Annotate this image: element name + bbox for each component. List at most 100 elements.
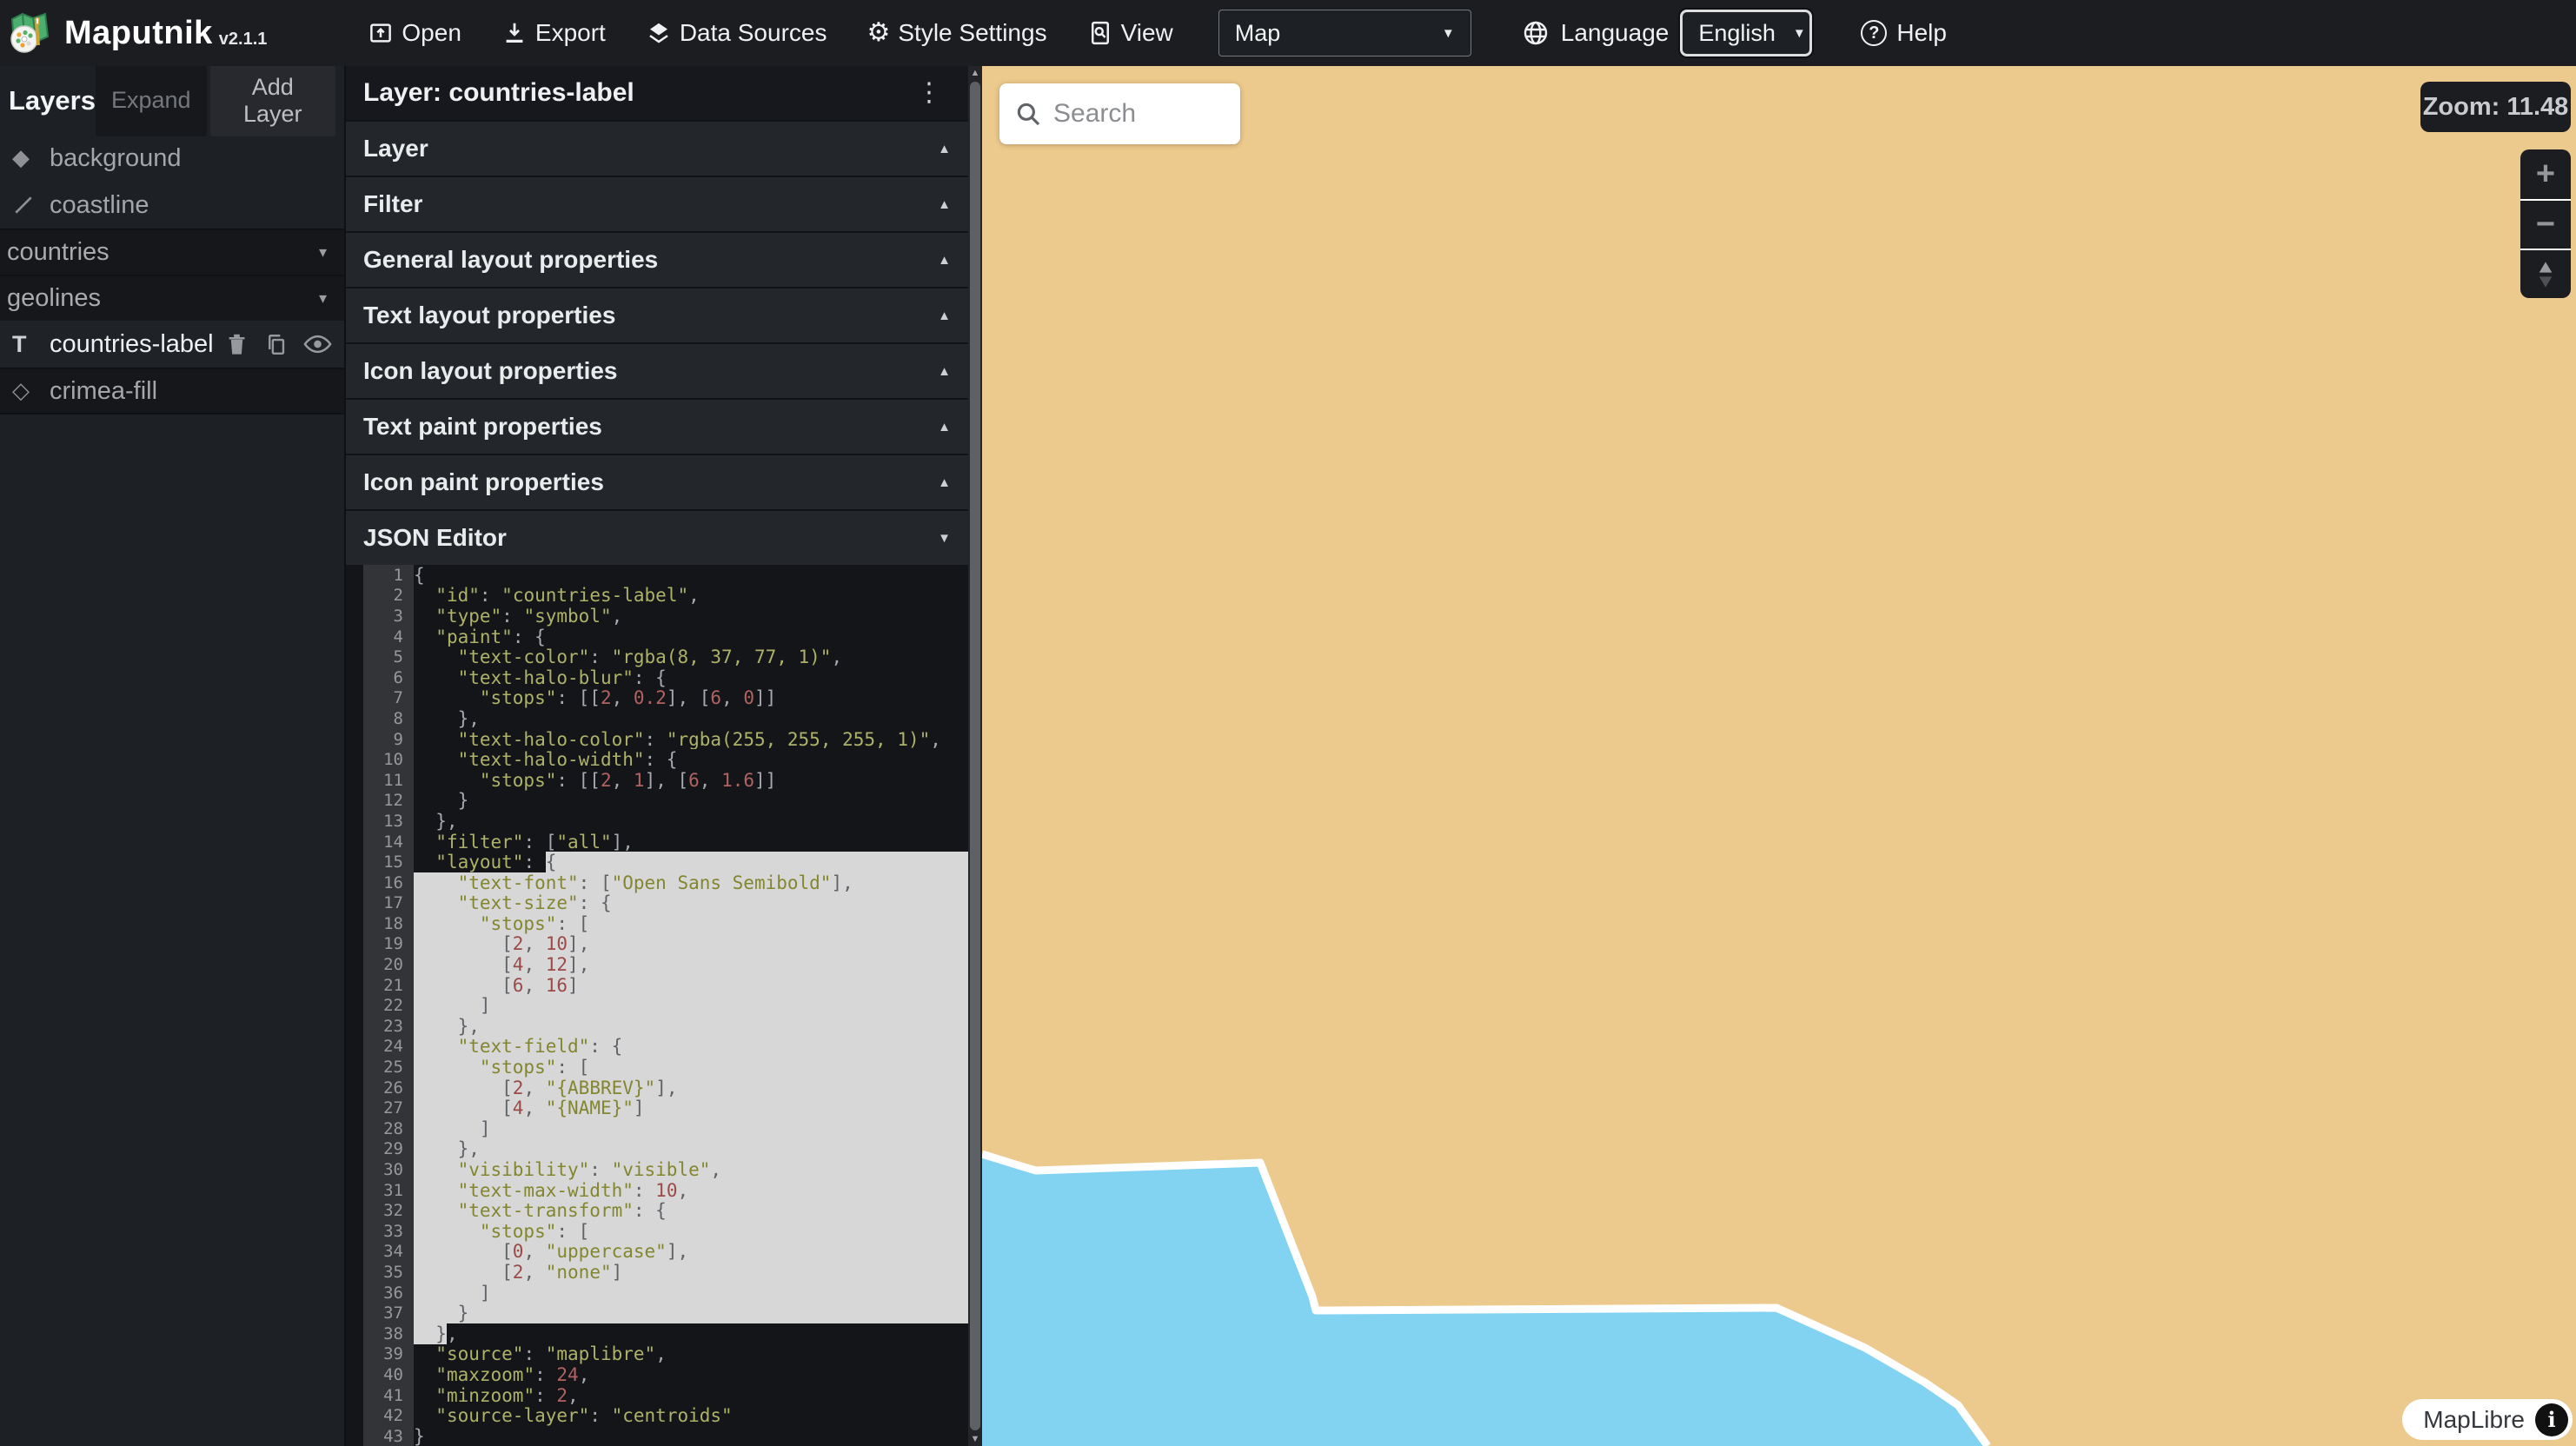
section-layer[interactable]: Layer▲ — [346, 120, 982, 176]
scrollbar-thumb[interactable] — [970, 82, 980, 1430]
layer-label: background — [50, 144, 182, 173]
compass-button[interactable] — [2520, 249, 2571, 298]
section-filter[interactable]: Filter▲ — [346, 176, 982, 231]
section-icon-layout-properties[interactable]: Icon layout properties▲ — [346, 342, 982, 398]
diamond-outline-icon: ◇ — [12, 378, 42, 404]
code-line: 15 "layout": { — [346, 852, 968, 872]
kebab-menu-icon[interactable]: ⋮ — [916, 83, 942, 103]
code-line: 5 "text-color": "rgba(8, 37, 77, 1)", — [346, 647, 968, 667]
open-icon — [368, 20, 394, 46]
section-general-layout-properties[interactable]: General layout properties▲ — [346, 231, 982, 287]
code-line: 29 }, — [346, 1139, 968, 1160]
line-number: 3 — [363, 606, 414, 627]
visibility-icon[interactable] — [303, 333, 332, 355]
layer-actions — [225, 332, 332, 357]
line-number: 4 — [363, 627, 414, 647]
zoom-in-button[interactable]: + — [2520, 149, 2571, 199]
layer-label: crimea-fill — [50, 377, 157, 406]
menu-open[interactable]: Open — [368, 19, 461, 47]
text-icon: T — [12, 331, 42, 358]
code-line: 43} — [346, 1426, 968, 1446]
menu-label: Style Settings — [898, 19, 1046, 47]
section-label: JSON Editor — [363, 524, 507, 552]
expand-icon: ▲ — [938, 475, 951, 490]
code-line: 7 "stops": [[2, 0.2], [6, 0]] — [346, 688, 968, 709]
code-line: 32 "text-transform": { — [346, 1200, 968, 1221]
code-line: 2 "id": "countries-label", — [346, 586, 968, 607]
layer-label: countries-label — [50, 330, 214, 359]
section-text-paint-properties[interactable]: Text paint properties▲ — [346, 398, 982, 454]
expand-icon: ▲ — [938, 197, 951, 212]
code-line: 36 ] — [346, 1283, 968, 1303]
layer-item-crimea-fill[interactable]: ◇ crimea-fill — [0, 368, 344, 415]
zoom-out-button[interactable]: − — [2520, 199, 2571, 249]
globe-icon — [1522, 19, 1550, 47]
layer-item-background[interactable]: ◆background — [0, 135, 344, 182]
code-line: 25 "stops": [ — [346, 1057, 968, 1078]
info-icon[interactable]: i — [2535, 1403, 2568, 1436]
view-select[interactable]: Map ▼ — [1218, 10, 1471, 56]
line-icon — [12, 194, 42, 216]
layer-item-countries-label[interactable]: Tcountries-label — [0, 321, 344, 368]
view-icon — [1087, 20, 1113, 46]
section-label: Text layout properties — [363, 302, 615, 329]
panel-scrollbar[interactable]: ▲ ▼ — [968, 66, 982, 1446]
code-line: 28 ] — [346, 1118, 968, 1139]
language-select[interactable]: English ▼ — [1680, 10, 1812, 56]
language-select-value: English — [1698, 20, 1776, 47]
expand-button[interactable]: Expand — [96, 65, 207, 136]
line-number: 19 — [363, 934, 414, 955]
code-line: 24 "text-field": { — [346, 1037, 968, 1058]
line-number: 31 — [363, 1180, 414, 1201]
layer-item-coastline[interactable]: coastline — [0, 182, 344, 229]
line-number: 17 — [363, 893, 414, 914]
code-line: 37 } — [346, 1303, 968, 1323]
layers-title: Layers — [9, 85, 96, 116]
code-line: 12 } — [346, 791, 968, 812]
search-input[interactable] — [1053, 99, 1226, 129]
menu-view[interactable]: View — [1087, 19, 1173, 47]
compass-icon — [2533, 260, 2559, 289]
line-number: 29 — [363, 1139, 414, 1160]
help-icon: ? — [1861, 20, 1887, 46]
section-json-editor[interactable]: JSON Editor ▼ — [346, 509, 982, 565]
scroll-up-icon[interactable]: ▲ — [968, 68, 982, 78]
group-label: countries — [7, 238, 110, 267]
map-search — [999, 83, 1240, 144]
layer-group-geolines[interactable]: geolines▾ — [0, 275, 344, 321]
menu-data-sources[interactable]: Data Sources — [646, 19, 827, 47]
menu-export[interactable]: Export — [501, 19, 606, 47]
line-number: 6 — [363, 667, 414, 688]
duplicate-icon[interactable] — [263, 332, 289, 357]
line-number: 40 — [363, 1364, 414, 1385]
code-line: 19 [2, 10], — [346, 934, 968, 955]
section-icon-paint-properties[interactable]: Icon paint properties▲ — [346, 454, 982, 509]
line-number: 13 — [363, 811, 414, 832]
section-label: General layout properties — [363, 246, 658, 274]
layer-group-countries[interactable]: countries▾ — [0, 229, 344, 275]
code-line: 23 }, — [346, 1016, 968, 1037]
menu-style-settings[interactable]: ⚙Style Settings — [866, 19, 1046, 47]
expand-icon: ▲ — [938, 308, 951, 323]
section-text-layout-properties[interactable]: Text layout properties ▲ — [346, 287, 982, 342]
json-editor[interactable]: 1{2 "id": "countries-label",3 "type": "s… — [346, 565, 968, 1446]
line-number: 2 — [363, 586, 414, 607]
maplibre-link[interactable]: MapLibre — [2423, 1406, 2525, 1434]
collapse-icon: ▼ — [938, 531, 951, 546]
menu-label: Data Sources — [680, 19, 827, 47]
language-label: Language — [1561, 19, 1670, 47]
code-line: 14 "filter": ["all"], — [346, 832, 968, 852]
data-sources-icon — [646, 20, 672, 46]
expand-icon: ▲ — [938, 420, 951, 434]
line-number: 26 — [363, 1078, 414, 1098]
help-button[interactable]: ? Help — [1861, 19, 1947, 47]
section-label: Icon layout properties — [363, 357, 618, 385]
map-canvas[interactable]: Zoom: 11.48 + − MapLibre i — [982, 66, 2576, 1446]
scroll-down-icon[interactable]: ▼ — [968, 1434, 982, 1444]
view-select-value: Map — [1235, 20, 1281, 47]
add-layer-button[interactable]: Add Layer — [210, 65, 335, 136]
language-group: Language English ▼ — [1522, 10, 1813, 56]
code-line: 17 "text-size": { — [346, 893, 968, 914]
line-number: 1 — [363, 565, 414, 586]
delete-icon[interactable] — [225, 332, 249, 357]
